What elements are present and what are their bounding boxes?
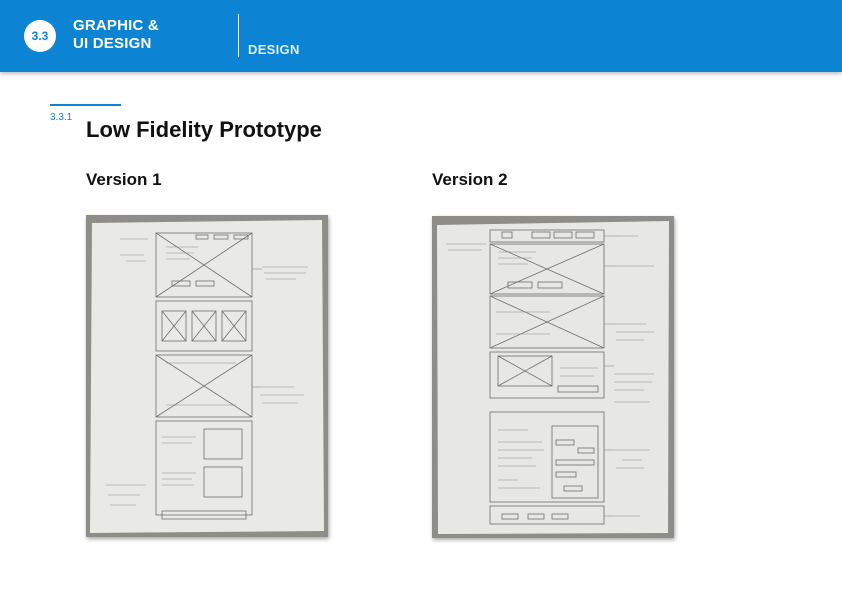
section-number: 3.3.1: [50, 112, 73, 123]
header-divider: [238, 14, 239, 57]
chapter-title-line2: UI DESIGN: [73, 35, 152, 52]
header-bar: 3.3 GRAPHIC & UI DESIGN DESIGN: [0, 0, 842, 72]
version-1-label: Version 1: [86, 170, 162, 189]
page-title: Low Fidelity Prototype: [86, 117, 322, 142]
version-2-sketch-image: [432, 216, 674, 538]
chapter-title: GRAPHIC & UI DESIGN: [73, 17, 159, 53]
version-1-sketch-image: [86, 215, 328, 537]
section-rule: [50, 104, 121, 106]
chapter-title-line1: GRAPHIC &: [73, 17, 159, 34]
section-name: DESIGN: [248, 42, 300, 57]
section-badge: 3.3: [24, 20, 56, 52]
version-2-label: Version 2: [432, 170, 508, 189]
